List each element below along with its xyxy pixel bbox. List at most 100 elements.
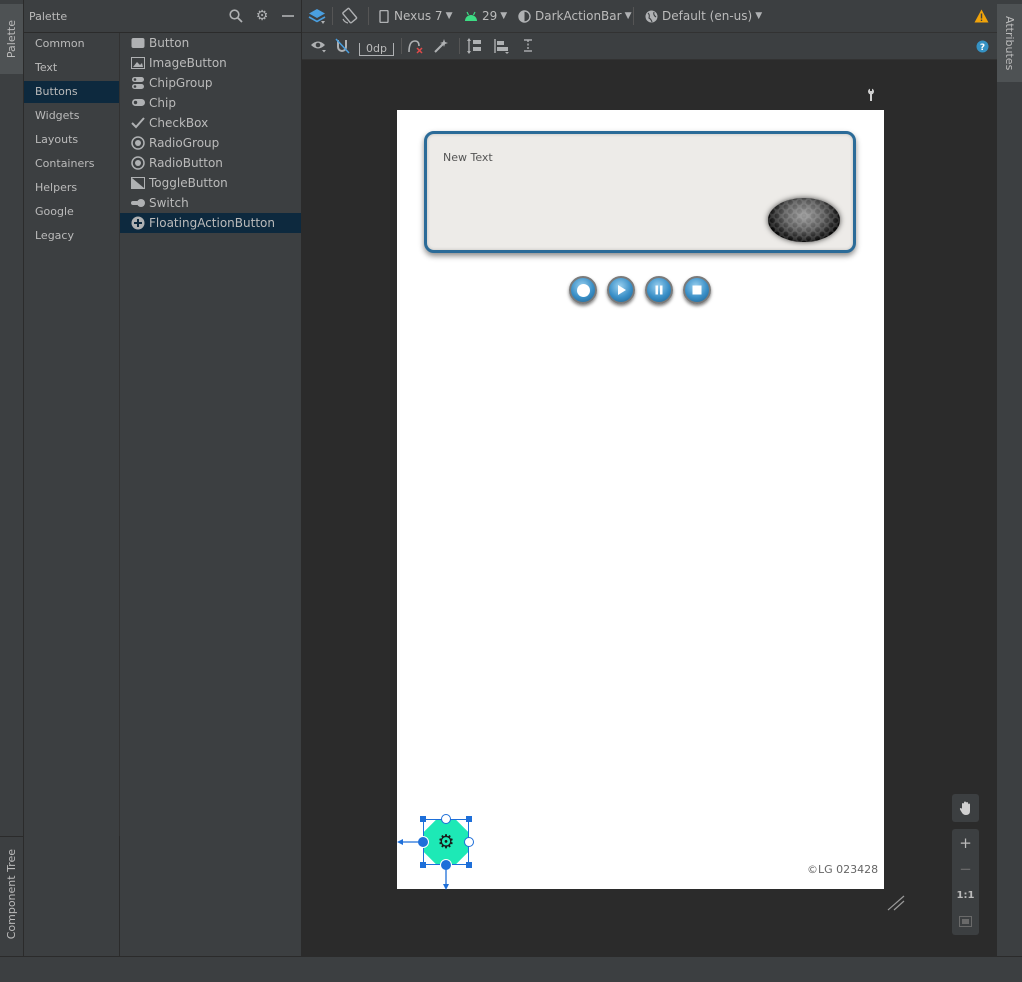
locale-label: Default (en-us)	[662, 9, 753, 23]
gear-icon[interactable]: ⚙	[253, 7, 271, 25]
zoom-actual-size-button[interactable]: 1:1	[952, 882, 979, 908]
category-helpers[interactable]: Helpers	[24, 177, 119, 199]
radio-icon	[131, 156, 145, 170]
pack-icon[interactable]	[466, 33, 483, 59]
locale-selector[interactable]: Default (en-us) ▼	[645, 0, 762, 32]
resize-grip-icon[interactable]	[886, 894, 906, 912]
minimize-icon[interactable]	[279, 7, 297, 25]
palette-item-switch[interactable]: Switch	[120, 193, 301, 213]
phone-icon	[379, 9, 389, 23]
palette-item-radiobutton[interactable]: RadioButton	[120, 153, 301, 173]
left-tool-strip: Palette Component Tree	[0, 0, 24, 956]
api-selector[interactable]: 29 ▼	[464, 0, 507, 32]
toolbar-separator	[401, 38, 402, 54]
category-widgets[interactable]: Widgets	[24, 105, 119, 127]
chevron-down-icon: ▼	[500, 11, 508, 21]
palette-item-togglebutton[interactable]: ToggleButton	[120, 173, 301, 193]
palette-item-button[interactable]: Button	[120, 33, 301, 53]
palette-item-imagebutton[interactable]: ImageButton	[120, 53, 301, 73]
clear-constraints-icon[interactable]	[407, 33, 424, 59]
zoom-to-fit-button[interactable]	[952, 908, 979, 934]
zoom-in-button[interactable]: +	[952, 830, 979, 856]
palette-item-label: RadioGroup	[149, 136, 220, 150]
zoom-controls: + − 1:1	[952, 829, 979, 935]
toggle-icon	[131, 176, 145, 190]
palette-item-radiogroup[interactable]: RadioGroup	[120, 133, 301, 153]
palette-items: Button ImageButton ChipGroup Chip CheckB…	[120, 33, 301, 956]
palette-item-chip[interactable]: Chip	[120, 93, 301, 113]
help-icon[interactable]: ?	[976, 33, 989, 59]
stop-button[interactable]	[683, 276, 711, 304]
margin-label: 0dp	[359, 42, 394, 56]
component-tree-side-tab-label: Component Tree	[5, 848, 18, 940]
palette-item-chipgroup[interactable]: ChipGroup	[120, 73, 301, 93]
component-tree-side-tab[interactable]: Component Tree	[0, 836, 23, 951]
bottom-constraint-arrow	[443, 864, 449, 890]
palette-item-checkbox[interactable]: CheckBox	[120, 113, 301, 133]
palette-side-tab-label: Palette	[5, 19, 18, 59]
zoom-out-button[interactable]: −	[952, 856, 979, 882]
device-label: Nexus 7	[394, 9, 443, 23]
stop-icon	[692, 285, 702, 295]
plus-circle-icon	[131, 216, 145, 230]
api-label: 29	[482, 9, 498, 23]
toolbar-separator	[368, 7, 369, 25]
chevron-down-icon: ▼	[624, 11, 632, 21]
display-card[interactable]: New Text	[424, 131, 856, 253]
category-text[interactable]: Text	[24, 57, 119, 79]
category-google[interactable]: Google	[24, 201, 119, 223]
play-icon	[618, 285, 626, 295]
palette-item-label: Button	[149, 36, 190, 50]
palette-item-label: ChipGroup	[149, 76, 213, 90]
align-icon[interactable]	[493, 33, 510, 59]
check-icon	[131, 116, 145, 130]
infer-constraints-icon[interactable]	[433, 33, 449, 59]
pause-icon	[655, 285, 663, 295]
warning-icon[interactable]	[974, 0, 989, 32]
palette-item-floatingactionbutton[interactable]: FloatingActionButton	[120, 213, 301, 233]
speaker-grille	[768, 198, 840, 242]
attributes-side-tab[interactable]: Attributes	[997, 4, 1022, 82]
hand-icon	[959, 801, 970, 815]
record-button[interactable]	[569, 276, 597, 304]
theme-selector[interactable]: DarkActionBar ▼	[518, 0, 632, 32]
new-text-label[interactable]: New Text	[443, 151, 493, 164]
category-layouts[interactable]: Layouts	[24, 129, 119, 151]
right-anchor[interactable]	[464, 837, 474, 847]
category-common[interactable]: Common	[24, 33, 119, 55]
layers-icon[interactable]	[308, 0, 326, 32]
chevron-down-icon: ▼	[755, 11, 763, 21]
device-selector[interactable]: Nexus 7 ▼	[379, 0, 452, 32]
category-buttons[interactable]: Buttons	[24, 81, 119, 103]
chevron-down-icon: ▼	[445, 11, 453, 21]
resize-handle[interactable]	[420, 862, 426, 868]
floating-action-button[interactable]: ⚙	[417, 814, 474, 871]
resize-handle[interactable]	[420, 816, 426, 822]
play-button[interactable]	[607, 276, 635, 304]
chip-icon	[131, 96, 145, 110]
resize-handle[interactable]	[466, 816, 472, 822]
guidelines-icon[interactable]	[521, 33, 535, 59]
wrench-icon[interactable]	[865, 88, 877, 105]
top-anchor[interactable]	[441, 814, 451, 824]
category-legacy[interactable]: Legacy	[24, 225, 119, 247]
svg-text:?: ?	[980, 43, 985, 53]
pan-button[interactable]	[952, 794, 979, 822]
orientation-icon[interactable]	[341, 0, 359, 32]
right-tool-strip: Attributes	[997, 0, 1022, 956]
pause-button[interactable]	[645, 276, 673, 304]
constraint-toolbar: 0dp ?	[302, 33, 997, 60]
theme-label: DarkActionBar	[535, 9, 622, 23]
component-tree-panel	[24, 836, 119, 956]
palette-side-tab[interactable]: Palette	[0, 4, 23, 74]
globe-icon	[645, 10, 658, 22]
view-options-icon[interactable]	[310, 33, 327, 59]
autoconnect-icon[interactable]	[335, 33, 351, 59]
default-margin-selector[interactable]: 0dp	[359, 33, 394, 59]
category-containers[interactable]: Containers	[24, 153, 119, 175]
button-icon	[131, 36, 145, 50]
resize-handle[interactable]	[466, 862, 472, 868]
search-icon[interactable]	[227, 7, 245, 25]
left-constraint-arrow	[397, 839, 425, 845]
theme-icon	[518, 9, 531, 23]
